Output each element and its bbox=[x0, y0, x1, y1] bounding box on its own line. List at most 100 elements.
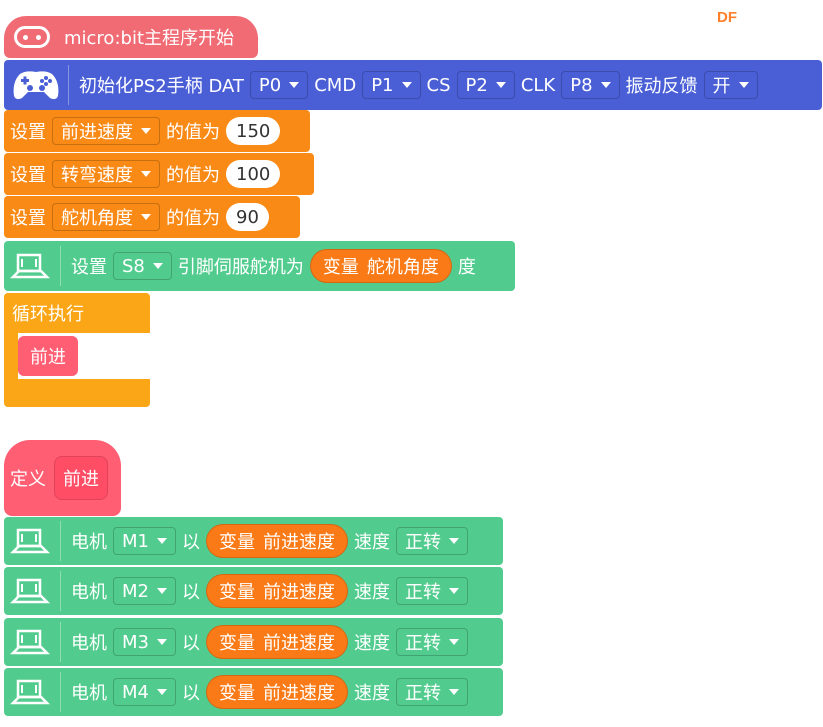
chevron-down-icon bbox=[738, 82, 749, 88]
servo-block[interactable]: 设置 S8 引脚伺服舵机为 变量 舵机角度 度 bbox=[4, 241, 515, 291]
block-divider bbox=[60, 622, 61, 662]
chevron-down-icon bbox=[156, 639, 167, 645]
servo-pin-label: 引脚伺服舵机为 bbox=[177, 257, 304, 278]
variable-dropdown[interactable]: 转弯速度 bbox=[52, 160, 160, 188]
laptop-icon bbox=[10, 629, 50, 655]
loop-bottom bbox=[4, 379, 150, 407]
function-name: 前进 bbox=[54, 456, 108, 500]
motor-label: 电机 bbox=[71, 582, 107, 603]
motor-block[interactable]: 电机 M3 以 变量 前进速度 速度 正转 bbox=[4, 618, 503, 666]
set-variable-block[interactable]: 设置 前进速度 的值为 150 bbox=[4, 110, 310, 152]
with-label: 以 bbox=[181, 532, 200, 553]
set-variable-block[interactable]: 设置 舵机角度 的值为 90 bbox=[4, 196, 300, 238]
set-variable-block[interactable]: 设置 转弯速度 的值为 100 bbox=[4, 153, 314, 195]
speed-label: 速度 bbox=[353, 532, 390, 553]
motor-block[interactable]: 电机 M4 以 变量 前进速度 速度 正转 bbox=[4, 668, 503, 716]
chevron-down-icon bbox=[141, 214, 151, 220]
ps2-init-label: 初始化PS2手柄 DAT bbox=[79, 76, 244, 97]
motor-block[interactable]: 电机 M2 以 变量 前进速度 速度 正转 bbox=[4, 567, 503, 615]
motor-dropdown[interactable]: M4 bbox=[113, 678, 176, 706]
value-input[interactable]: 100 bbox=[226, 160, 281, 188]
direction-dropdown[interactable]: 正转 bbox=[395, 678, 468, 706]
block-divider bbox=[68, 65, 69, 105]
microbit-icon bbox=[14, 26, 50, 48]
cs-label: CS bbox=[426, 74, 451, 96]
motor-dropdown[interactable]: M2 bbox=[113, 577, 176, 605]
value-input[interactable]: 150 bbox=[226, 117, 281, 145]
variable-reporter[interactable]: 变量 舵机角度 bbox=[309, 249, 452, 283]
chevron-down-icon bbox=[448, 689, 459, 695]
motor-dropdown[interactable]: M1 bbox=[113, 527, 176, 555]
speed-label: 速度 bbox=[353, 633, 390, 654]
chevron-down-icon bbox=[448, 538, 459, 544]
block-divider bbox=[60, 246, 61, 286]
variable-reporter[interactable]: 变量 前进速度 bbox=[205, 675, 348, 709]
motor-label: 电机 bbox=[71, 532, 107, 553]
laptop-icon bbox=[10, 578, 50, 604]
speed-label: 速度 bbox=[353, 582, 390, 603]
function-call-block[interactable]: 前进 bbox=[18, 336, 78, 376]
chevron-down-icon bbox=[289, 82, 300, 88]
servo-pin-dropdown[interactable]: S8 bbox=[113, 252, 172, 280]
motor-label: 电机 bbox=[71, 683, 107, 704]
vibration-label: 振动反馈 bbox=[625, 76, 698, 97]
set-label: 设置 bbox=[10, 122, 46, 143]
variable-dropdown[interactable]: 前进速度 bbox=[52, 117, 160, 145]
with-label: 以 bbox=[181, 683, 200, 704]
clk-pin-dropdown[interactable]: P8 bbox=[561, 71, 620, 99]
set-label: 设置 bbox=[10, 165, 46, 186]
variable-dropdown[interactable]: 舵机角度 bbox=[52, 203, 160, 231]
gamepad-icon bbox=[13, 71, 59, 100]
with-label: 以 bbox=[181, 633, 200, 654]
chevron-down-icon bbox=[448, 639, 459, 645]
chevron-down-icon bbox=[401, 82, 412, 88]
loop-label: 循环执行 bbox=[12, 304, 84, 325]
variable-reporter[interactable]: 变量 前进速度 bbox=[205, 625, 348, 659]
laptop-icon bbox=[10, 528, 50, 554]
value-of-label: 的值为 bbox=[166, 208, 220, 229]
clk-label: CLK bbox=[520, 74, 556, 96]
with-label: 以 bbox=[181, 582, 200, 603]
block-divider bbox=[60, 672, 61, 712]
define-label: 定义 bbox=[10, 469, 46, 490]
variable-reporter[interactable]: 变量 前进速度 bbox=[205, 524, 348, 558]
motor-dropdown[interactable]: M3 bbox=[113, 628, 176, 656]
cmd-pin-dropdown[interactable]: P1 bbox=[362, 71, 421, 99]
servo-set-label: 设置 bbox=[71, 257, 107, 278]
start-hat-label: micro:bit主程序开始 bbox=[64, 28, 234, 49]
loop-arm bbox=[4, 333, 18, 379]
laptop-icon bbox=[10, 253, 50, 279]
chevron-down-icon bbox=[156, 588, 167, 594]
chevron-down-icon bbox=[156, 538, 167, 544]
forever-loop-block[interactable]: 循环执行 bbox=[4, 293, 150, 333]
chevron-down-icon bbox=[448, 588, 459, 594]
chevron-down-icon bbox=[141, 171, 151, 177]
block-divider bbox=[60, 571, 61, 611]
chevron-down-icon bbox=[141, 128, 151, 134]
define-function-hat[interactable]: 定义 前进 bbox=[4, 440, 121, 516]
direction-dropdown[interactable]: 正转 bbox=[395, 527, 468, 555]
laptop-icon bbox=[10, 679, 50, 705]
chevron-down-icon bbox=[156, 689, 167, 695]
dat-pin-dropdown[interactable]: P0 bbox=[249, 71, 309, 99]
degree-label: 度 bbox=[457, 257, 476, 278]
motor-block[interactable]: 电机 M1 以 变量 前进速度 速度 正转 bbox=[4, 517, 503, 565]
speed-label: 速度 bbox=[353, 683, 390, 704]
motor-label: 电机 bbox=[71, 633, 107, 654]
cs-pin-dropdown[interactable]: P2 bbox=[456, 71, 515, 99]
watermark-logo: DF bbox=[717, 9, 737, 26]
direction-dropdown[interactable]: 正转 bbox=[395, 628, 468, 656]
variable-reporter[interactable]: 变量 前进速度 bbox=[205, 574, 348, 608]
value-of-label: 的值为 bbox=[166, 122, 220, 143]
value-of-label: 的值为 bbox=[166, 165, 220, 186]
direction-dropdown[interactable]: 正转 bbox=[395, 577, 468, 605]
microbit-start-hat-block[interactable]: micro:bit主程序开始 bbox=[4, 16, 258, 58]
ps2-init-block[interactable]: 初始化PS2手柄 DAT P0 CMD P1 CS P2 CLK P8 振动反馈… bbox=[4, 60, 822, 110]
value-input[interactable]: 90 bbox=[226, 203, 269, 231]
block-divider bbox=[60, 521, 61, 561]
set-label: 设置 bbox=[10, 208, 46, 229]
vibration-dropdown[interactable]: 开 bbox=[703, 71, 758, 99]
chevron-down-icon bbox=[152, 263, 163, 269]
chevron-down-icon bbox=[600, 82, 611, 88]
cmd-label: CMD bbox=[314, 74, 357, 96]
